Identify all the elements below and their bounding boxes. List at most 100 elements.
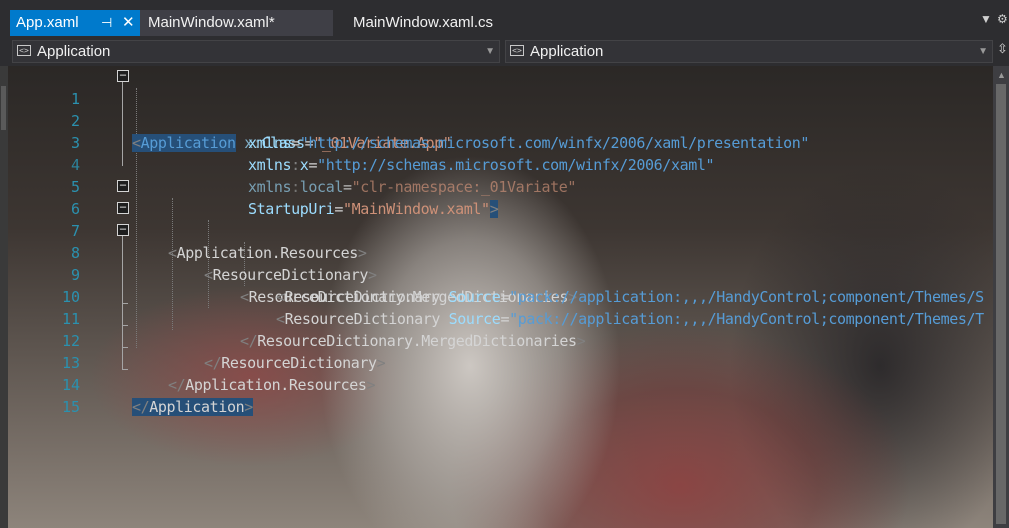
xml-bracket: < bbox=[276, 310, 285, 328]
xml-equals: = bbox=[291, 134, 300, 152]
collapse-toggle-icon[interactable]: − bbox=[117, 223, 129, 236]
tab-mainwindow-xaml-cs[interactable]: MainWindow.xaml.cs bbox=[333, 10, 563, 36]
xml-equals: = bbox=[342, 178, 352, 196]
xml-bracket: > bbox=[244, 398, 253, 416]
tab-overflow-dropdown-icon[interactable]: ▼ bbox=[980, 12, 992, 26]
xml-equals: = bbox=[500, 310, 510, 328]
line-number: 12 bbox=[61, 332, 80, 350]
scroll-up-icon[interactable]: ▲ bbox=[997, 70, 1006, 80]
margin-marker bbox=[1, 86, 6, 130]
xml-bracket: < bbox=[132, 134, 141, 152]
document-tab-strip: App.xaml ⊣ ✕ MainWindow.xaml* MainWindow… bbox=[0, 0, 1009, 37]
outline-guide bbox=[122, 325, 128, 326]
xml-bracket: < bbox=[168, 244, 177, 262]
xml-attr-name: local bbox=[299, 178, 344, 196]
line-number: 2 bbox=[70, 112, 80, 130]
collapse-toggle-icon[interactable]: − bbox=[117, 179, 129, 192]
outline-guide bbox=[122, 369, 128, 370]
left-margin-strip bbox=[0, 66, 8, 528]
line-number: 6 bbox=[70, 200, 80, 218]
outline-guide bbox=[122, 82, 123, 166]
xml-attr-value: "MainWindow.xaml" bbox=[342, 200, 490, 218]
collapse-toggle-icon[interactable]: − bbox=[117, 201, 129, 214]
xml-tag-name: ResourceDictionary bbox=[284, 310, 441, 328]
collapse-toggle-icon[interactable]: − bbox=[117, 69, 129, 82]
xml-tag-name: Application bbox=[140, 134, 236, 152]
xml-attr-name: StartupUri bbox=[248, 200, 335, 218]
navigation-bar: <> Application ▼ <> Application ▼ bbox=[0, 37, 1009, 66]
xml-attr-value: "http://schemas.microsoft.com/winfx/2006… bbox=[299, 134, 810, 152]
code-editor[interactable]: 1 − <Application x:Class="_01Variate.App… bbox=[0, 66, 993, 528]
line-number: 14 bbox=[61, 376, 80, 394]
xml-bracket: > bbox=[489, 200, 499, 218]
tab-label: MainWindow.xaml.cs bbox=[353, 14, 494, 31]
xml-tag-name: ResourceDictionary bbox=[212, 266, 369, 284]
member-scope-combo[interactable]: <> Application ▼ bbox=[505, 40, 993, 63]
xml-bracket: > bbox=[357, 244, 367, 262]
pin-icon[interactable]: ⊣ bbox=[101, 10, 112, 36]
xml-tag-name: Application.Resources bbox=[185, 376, 367, 394]
xml-bracket: </ bbox=[132, 398, 150, 416]
tab-label: App.xaml bbox=[16, 14, 79, 31]
xml-equals: = bbox=[334, 200, 343, 218]
settings-gear-icon[interactable]: ⚙ bbox=[997, 12, 1008, 26]
chevron-down-icon: ▼ bbox=[978, 46, 988, 57]
chevron-down-icon: ▼ bbox=[485, 46, 495, 57]
element-glyph-icon: <> bbox=[17, 45, 31, 56]
indent-guide bbox=[136, 88, 137, 348]
line-number: 13 bbox=[61, 354, 80, 372]
xml-bracket: > bbox=[366, 376, 376, 394]
xml-attr-value: "http://schemas.microsoft.com/winfx/2006… bbox=[317, 156, 715, 174]
member-scope-value: Application bbox=[530, 43, 604, 60]
xml-equals: = bbox=[500, 288, 510, 306]
line-number: 1 bbox=[70, 90, 80, 108]
xml-colon: : bbox=[291, 178, 300, 196]
xml-tag-name: ResourceDictionary bbox=[221, 354, 377, 372]
vertical-scrollbar[interactable]: ▲ bbox=[993, 66, 1009, 528]
xml-bracket: > bbox=[368, 266, 377, 284]
line-number: 11 bbox=[61, 310, 80, 328]
outline-guide bbox=[122, 347, 128, 348]
element-glyph-icon: <> bbox=[510, 45, 524, 56]
xml-bracket: </ bbox=[240, 332, 258, 350]
split-window-icon[interactable]: ⇳ bbox=[997, 41, 1008, 57]
xml-colon: : bbox=[291, 156, 300, 174]
line-number: 15 bbox=[61, 398, 80, 416]
xml-attr-name: xmlns bbox=[248, 178, 292, 196]
xml-bracket: < bbox=[204, 266, 213, 284]
xml-tag-name: ResourceDictionary bbox=[284, 288, 441, 306]
xml-attr-value: "clr-namespace:_01Variate" bbox=[351, 178, 577, 196]
line-number: 9 bbox=[70, 266, 80, 284]
indent-guide bbox=[172, 198, 173, 330]
close-icon[interactable]: ✕ bbox=[122, 10, 135, 36]
outline-guide bbox=[122, 303, 128, 304]
tab-app-xaml[interactable]: App.xaml ⊣ ✕ bbox=[10, 10, 140, 36]
xml-attr-value: "pack://application:,,,/HandyControl;com… bbox=[509, 310, 984, 328]
xml-bracket: </ bbox=[168, 376, 186, 394]
xml-bracket: > bbox=[576, 332, 586, 350]
line-number: 4 bbox=[70, 156, 80, 174]
xml-tag-name: ResourceDictionary.MergedDictionaries bbox=[257, 332, 577, 350]
line-number: 3 bbox=[70, 134, 80, 152]
xml-tag-name: Application bbox=[149, 398, 245, 416]
xml-equals: = bbox=[308, 156, 318, 174]
xml-bracket: > bbox=[376, 354, 386, 372]
xml-attr-value: "pack://application:,,,/HandyControl;com… bbox=[509, 288, 984, 306]
xml-attr-name: Source bbox=[448, 288, 501, 306]
xml-attr-name: xmlns bbox=[248, 134, 292, 152]
type-scope-value: Application bbox=[37, 43, 111, 60]
line-number: 8 bbox=[70, 244, 80, 262]
type-scope-combo[interactable]: <> Application ▼ bbox=[12, 40, 500, 63]
tab-label: MainWindow.xaml* bbox=[148, 14, 275, 31]
xml-bracket: < bbox=[276, 288, 285, 306]
xml-tag-name: Application.Resources bbox=[176, 244, 359, 262]
xml-attr-name: Source bbox=[448, 310, 501, 328]
line-number: 10 bbox=[61, 288, 80, 306]
line-number: 7 bbox=[70, 222, 80, 240]
xml-bracket: </ bbox=[204, 354, 222, 372]
tab-mainwindow-xaml[interactable]: MainWindow.xaml* bbox=[140, 10, 333, 36]
xml-attr-name: xmlns bbox=[248, 156, 292, 174]
xml-bracket: < bbox=[240, 288, 249, 306]
line-number: 5 bbox=[70, 178, 80, 196]
scrollbar-thumb[interactable] bbox=[996, 84, 1006, 524]
